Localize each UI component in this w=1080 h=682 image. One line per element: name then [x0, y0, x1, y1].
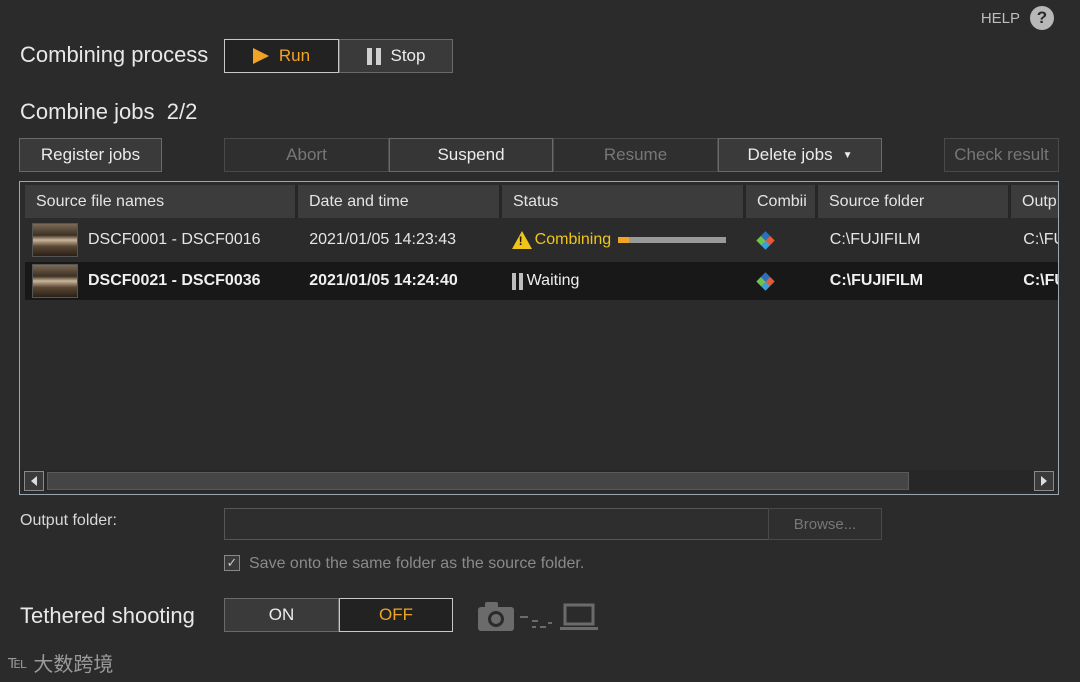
watermark-text: 大数跨境: [33, 654, 114, 676]
combine-jobs-label: Combine jobs: [20, 99, 155, 124]
arrow-left-icon: [31, 476, 37, 486]
combine-jobs-title: Combine jobs 2/2: [20, 99, 197, 125]
run-label: Run: [278, 46, 311, 65]
scroll-right-button[interactable]: [1034, 471, 1054, 491]
horizontal-scrollbar[interactable]: [22, 470, 1056, 492]
browse-button[interactable]: Browse...: [768, 508, 882, 540]
camera-to-computer-icon: [478, 602, 598, 631]
output-folder-label: Output folder:: [20, 512, 117, 529]
row-status: Combining: [534, 231, 612, 248]
stop-label: Stop: [390, 46, 426, 65]
column-combine[interactable]: Combii: [746, 185, 818, 218]
row-source-folder: C:\FUJIFILM: [829, 272, 924, 289]
play-icon: [252, 48, 269, 64]
arrow-right-icon: [1041, 476, 1047, 486]
warning-icon: [511, 231, 532, 249]
row-progress-bar: [618, 237, 727, 243]
tethered-on-button[interactable]: ON: [224, 598, 339, 632]
chevron-down-icon: ▼: [842, 149, 853, 161]
row-file-names: DSCF0001 - DSCF0016: [88, 231, 261, 248]
row-date-time: 2021/01/05 14:23:43: [309, 231, 457, 248]
row-status: Waiting: [526, 272, 580, 289]
pause-icon: [511, 272, 523, 290]
column-source-folder[interactable]: Source folder: [818, 185, 1011, 218]
combine-icon: [756, 271, 775, 291]
stop-button[interactable]: Stop: [339, 39, 453, 73]
help-label: HELP: [980, 9, 1020, 27]
column-date-and-time[interactable]: Date and time: [298, 185, 502, 218]
column-status[interactable]: Status: [502, 185, 746, 218]
delete-jobs-dropdown[interactable]: Delete jobs ▼: [718, 138, 882, 172]
abort-button[interactable]: Abort: [224, 138, 389, 172]
watermark: ℡ 大数跨境: [8, 648, 113, 677]
row-date-time: 2021/01/05 14:24:40: [309, 272, 458, 289]
table-row[interactable]: DSCF0001 - DSCF0016 2021/01/05 14:23:43 …: [25, 221, 1058, 259]
row-file-names: DSCF0021 - DSCF0036: [88, 272, 261, 289]
scrollbar-thumb[interactable]: [47, 472, 909, 490]
pause-icon: [366, 47, 381, 65]
output-folder-input[interactable]: [224, 508, 769, 540]
thumbnail: [32, 223, 78, 257]
run-button[interactable]: Run: [224, 39, 339, 73]
tethered-shooting-title: Tethered shooting: [20, 603, 195, 628]
table-row[interactable]: DSCF0021 - DSCF0036 2021/01/05 14:24:40 …: [25, 262, 1058, 300]
same-folder-label: Save onto the same folder as the source …: [249, 555, 585, 572]
delete-jobs-label: Delete jobs: [747, 145, 833, 164]
row-source-folder: C:\FUJIFILM: [829, 231, 921, 248]
suspend-button[interactable]: Suspend: [389, 138, 553, 172]
column-output[interactable]: Outp: [1011, 185, 1058, 218]
help-link[interactable]: HELP ?: [981, 6, 1054, 30]
row-output-folder: C:\FU: [1023, 272, 1058, 289]
table-header: Source file names Date and time Status C…: [25, 185, 1058, 218]
column-source-file-names[interactable]: Source file names: [25, 185, 298, 218]
same-folder-checkbox[interactable]: ✓: [224, 555, 240, 571]
combining-process-title: Combining process: [20, 42, 209, 67]
thumbnail: [32, 264, 78, 298]
register-jobs-button[interactable]: Register jobs: [19, 138, 162, 172]
jobs-table: Source file names Date and time Status C…: [19, 181, 1059, 495]
scroll-left-button[interactable]: [24, 471, 44, 491]
combine-icon: [756, 230, 775, 250]
help-icon[interactable]: ?: [1030, 6, 1054, 30]
check-result-button[interactable]: Check result: [944, 138, 1059, 172]
combine-jobs-count: 2/2: [166, 99, 198, 124]
watermark-logo-icon: ℡: [8, 652, 28, 672]
row-output-folder: C:\FU: [1023, 231, 1058, 248]
tethered-off-button[interactable]: OFF: [339, 598, 453, 632]
resume-button[interactable]: Resume: [553, 138, 718, 172]
